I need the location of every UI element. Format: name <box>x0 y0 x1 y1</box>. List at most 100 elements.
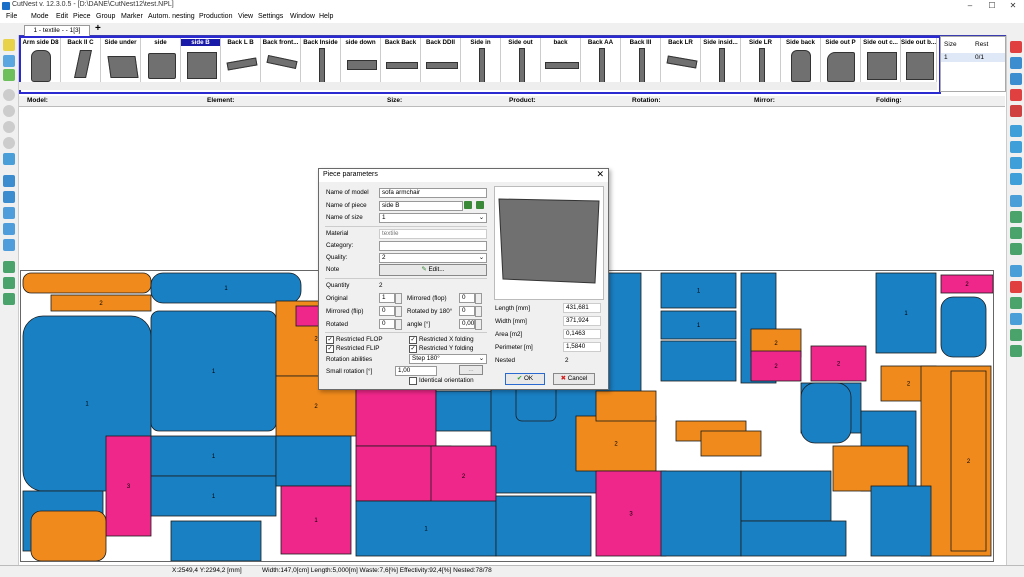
rotate-piece-icon[interactable] <box>3 175 15 187</box>
nested-piece[interactable] <box>660 470 742 557</box>
rotated-180-spinner[interactable] <box>475 306 482 317</box>
close-icon[interactable]: ✕ <box>1003 0 1023 12</box>
cancel-button[interactable]: ✖ Cancel <box>553 373 595 385</box>
mirrored-flip-spinner[interactable] <box>395 306 402 317</box>
menu-help[interactable]: Help <box>319 13 333 20</box>
restricted-x-checkbox[interactable]: ✓ <box>409 336 417 344</box>
ok-button[interactable]: ✔ OK <box>505 373 545 385</box>
name-of-model-input[interactable]: sofa armchair <box>379 188 487 198</box>
nested-piece[interactable] <box>870 485 932 557</box>
original-input[interactable]: 1 <box>379 293 395 303</box>
shift-up-icon[interactable] <box>1010 227 1022 239</box>
nest-icon[interactable] <box>1010 57 1022 69</box>
select-piece-icon[interactable] <box>3 55 15 67</box>
arrange-4-icon[interactable] <box>1010 345 1022 357</box>
nested-piece[interactable] <box>495 495 592 557</box>
angle-spinner[interactable] <box>475 319 482 330</box>
menu-piece[interactable]: Piece <box>73 13 91 20</box>
align-left-icon[interactable] <box>3 261 15 273</box>
dialog-close-icon[interactable]: ✕ <box>596 169 604 180</box>
quality-select[interactable]: 2 ⌄ <box>379 253 487 263</box>
menu-settings[interactable]: Settings <box>258 13 283 20</box>
angle-input[interactable]: 0,00 <box>459 319 475 329</box>
nested-piece[interactable] <box>595 390 657 422</box>
restricted-flop-checkbox[interactable]: ✓ <box>326 336 334 344</box>
nested-piece[interactable] <box>832 445 909 492</box>
note-edit-button[interactable]: ✎ Edit... <box>379 264 487 276</box>
clear-icon[interactable] <box>1010 105 1022 117</box>
nested-piece[interactable] <box>740 520 847 557</box>
nested-piece[interactable] <box>800 382 852 444</box>
rotated-spinner[interactable] <box>395 319 402 330</box>
rotated-input[interactable]: 0 <box>379 319 395 329</box>
delete-icon[interactable] <box>1010 41 1022 53</box>
rotation-abilities-select[interactable]: Step 180° ⌄ <box>409 354 487 364</box>
menu-view[interactable]: View <box>238 13 253 20</box>
piece-prev-icon[interactable] <box>464 201 472 209</box>
small-rotation-more-button[interactable]: ... <box>459 365 483 375</box>
rotate-angle-icon[interactable] <box>3 239 15 251</box>
menu-file[interactable]: File <box>6 13 17 20</box>
arrange-3-icon[interactable] <box>1010 329 1022 341</box>
nested-piece[interactable] <box>435 390 497 432</box>
shift-down-icon[interactable] <box>1010 243 1022 255</box>
mirrored-flop-input[interactable]: 0 <box>459 293 475 303</box>
minimize-icon[interactable]: – <box>960 0 980 12</box>
nested-piece[interactable] <box>940 296 987 358</box>
menu-mode[interactable]: Mode <box>31 13 49 20</box>
move-piece-icon[interactable] <box>3 69 15 81</box>
rotate-180-icon[interactable] <box>3 223 15 235</box>
tab-textile[interactable]: 1 - textile - - 1[3] <box>24 25 90 36</box>
nested-piece[interactable] <box>275 435 352 487</box>
mirrored-flip-input[interactable]: 0 <box>379 306 395 316</box>
menu-group[interactable]: Group <box>96 13 115 20</box>
strip-horizontal-scrollbar[interactable] <box>19 82 937 90</box>
restricted-flip-checkbox[interactable]: ✓ <box>326 345 334 353</box>
nested-piece[interactable] <box>30 510 107 561</box>
restricted-y-checkbox[interactable]: ✓ <box>409 345 417 353</box>
rotated-180-input[interactable]: 0 <box>459 306 475 316</box>
nested-piece[interactable] <box>740 470 832 522</box>
auto-nesting-icon[interactable] <box>1010 125 1022 137</box>
name-of-piece-input[interactable]: side B <box>379 201 463 211</box>
category-input[interactable] <box>379 241 487 251</box>
size-row[interactable] <box>941 53 1005 62</box>
arrange-2-icon[interactable] <box>1010 313 1022 325</box>
name-of-size-select[interactable]: 1 ⌄ <box>379 213 487 223</box>
nest-group-icon[interactable] <box>1010 73 1022 85</box>
small-rotation-input[interactable]: 1,00 <box>395 366 437 376</box>
menu-production[interactable]: Production <box>199 13 232 20</box>
maximize-icon[interactable]: ☐ <box>982 0 1002 12</box>
nested-piece[interactable] <box>660 340 737 382</box>
align-top-icon[interactable] <box>3 293 15 305</box>
menu-autom-nesting[interactable]: Autom. nesting <box>148 13 195 20</box>
menu-window[interactable]: Window <box>290 13 315 20</box>
zoom-window-icon[interactable] <box>3 121 15 133</box>
nested-piece[interactable] <box>22 272 152 294</box>
zoom-in-icon[interactable] <box>3 89 15 101</box>
mirror-piece-icon[interactable] <box>3 191 15 203</box>
add-tab-button[interactable]: + <box>95 23 101 34</box>
mirrored-flop-spinner[interactable] <box>475 293 482 304</box>
identical-orientation-checkbox[interactable] <box>409 377 417 385</box>
shift-right-icon[interactable] <box>1010 211 1022 223</box>
menu-edit[interactable]: Edit <box>56 13 68 20</box>
menu-marker[interactable]: Marker <box>121 13 143 20</box>
nested-piece[interactable] <box>700 430 762 457</box>
auto-nesting-4-icon[interactable] <box>1010 173 1022 185</box>
auto-nesting-3-icon[interactable] <box>1010 157 1022 169</box>
remove-nest-icon[interactable] <box>1010 89 1022 101</box>
nested-piece[interactable] <box>170 520 262 561</box>
piece-next-icon[interactable] <box>476 201 484 209</box>
nested-piece[interactable] <box>355 380 437 447</box>
zoom-all-icon[interactable] <box>3 137 15 149</box>
original-spinner[interactable] <box>395 293 402 304</box>
measure-icon[interactable] <box>3 153 15 165</box>
arrange-icon[interactable] <box>1010 297 1022 309</box>
compact-icon[interactable] <box>1010 265 1022 277</box>
align-right-icon[interactable] <box>3 277 15 289</box>
rotate-90-icon[interactable] <box>3 207 15 219</box>
stop-icon[interactable] <box>1010 281 1022 293</box>
select-arrow-icon[interactable] <box>3 39 15 51</box>
auto-nesting-2-icon[interactable] <box>1010 141 1022 153</box>
